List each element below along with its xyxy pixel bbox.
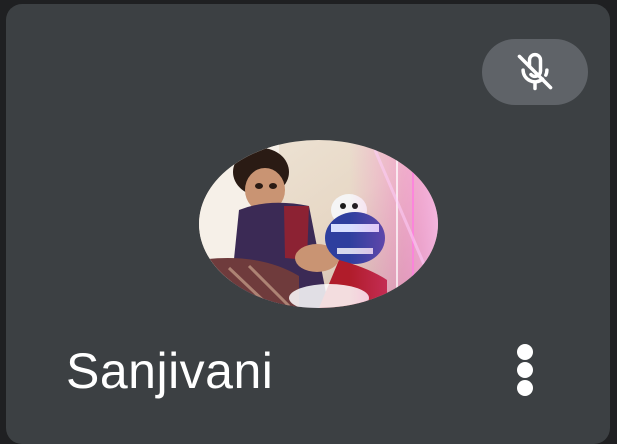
more-options-button[interactable] bbox=[506, 340, 546, 400]
participant-name: Sanjivani bbox=[66, 343, 274, 399]
participant-tile[interactable]: Sanjivani bbox=[6, 4, 610, 444]
participant-avatar bbox=[199, 140, 438, 308]
mic-off-badge bbox=[482, 39, 588, 105]
avatar-photo bbox=[199, 140, 438, 308]
mic-off-icon bbox=[513, 50, 557, 94]
